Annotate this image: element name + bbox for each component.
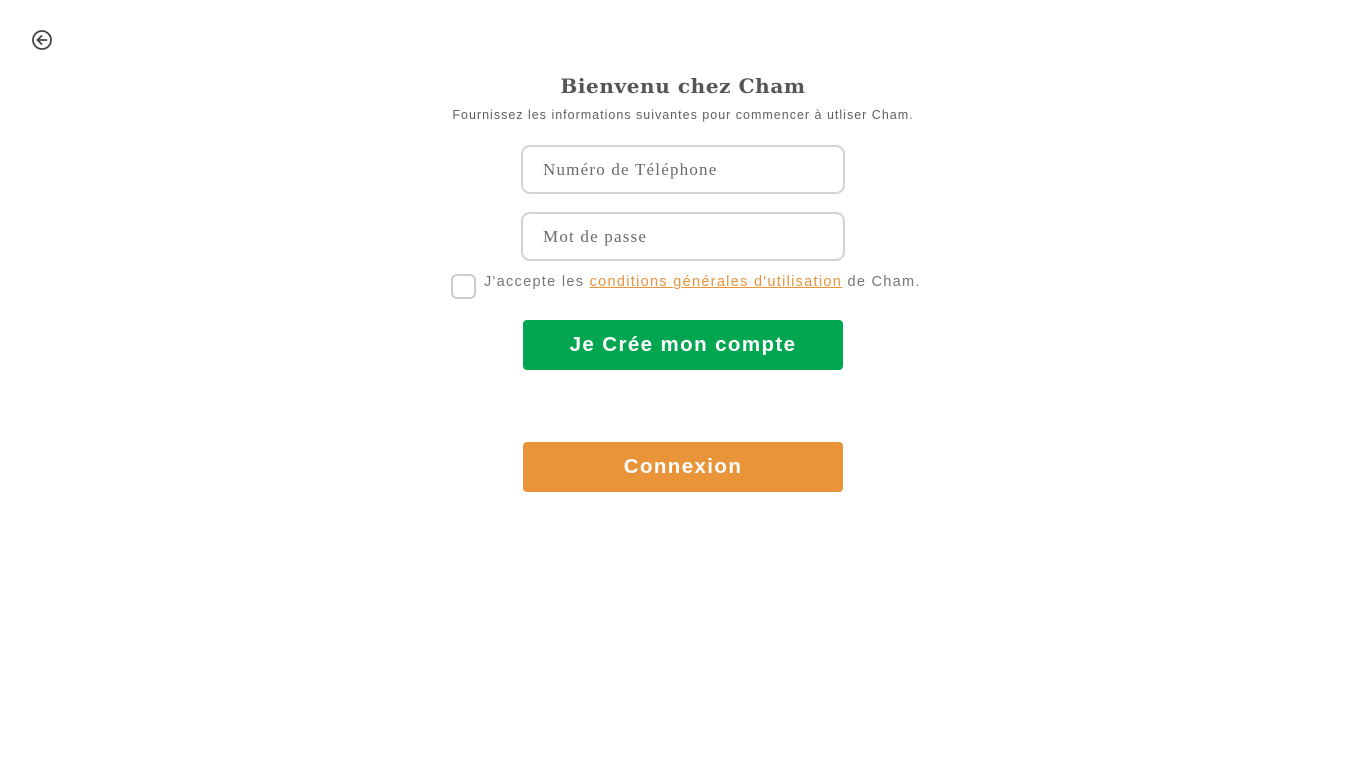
arrow-left-circle-icon [32, 30, 52, 50]
terms-conditions-link[interactable]: conditions générales d'utilisation [590, 274, 843, 290]
terms-prefix: J'accepte les [484, 274, 590, 290]
terms-label: J'accepte les conditions générales d'uti… [484, 274, 921, 290]
page-title: Bienvenu chez Cham [560, 74, 806, 98]
terms-checkbox[interactable] [451, 274, 476, 299]
create-account-button[interactable]: Je Crée mon compte [523, 320, 843, 370]
phone-number-input[interactable] [521, 145, 845, 194]
password-input[interactable] [521, 212, 845, 261]
page-subtitle: Fournissez les informations suivantes po… [452, 108, 914, 122]
login-button[interactable]: Connexion [523, 442, 843, 492]
terms-suffix: de Cham. [842, 274, 921, 290]
back-button[interactable] [31, 29, 53, 51]
